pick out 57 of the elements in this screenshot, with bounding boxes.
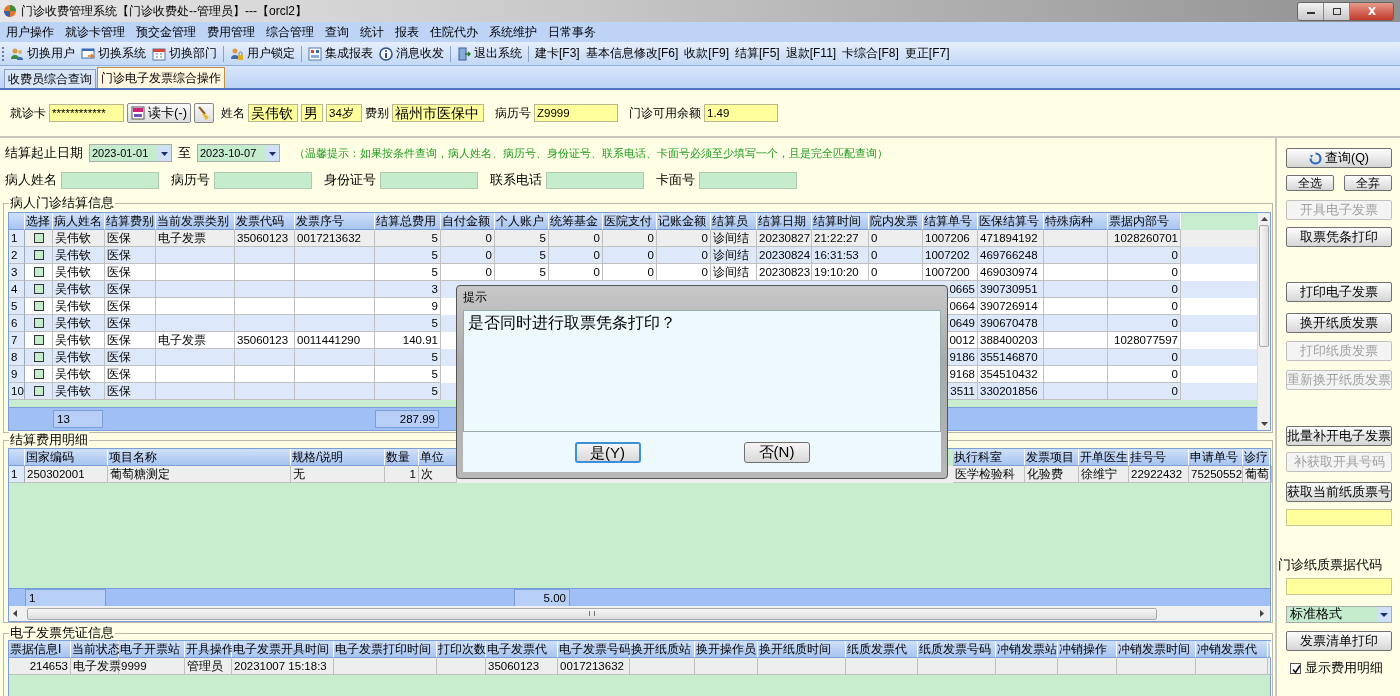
- total-amount: 287.99: [375, 410, 439, 428]
- row-number: 6: [9, 315, 25, 332]
- field-label: 姓名: [221, 104, 245, 122]
- table-cell: 管理员: [185, 658, 232, 675]
- row-count: 1: [25, 588, 106, 607]
- table-cell: 葡萄糖测定: [108, 466, 291, 483]
- field-label: 门诊纸质票据代码: [1278, 558, 1382, 572]
- field-label: 卡面号: [656, 171, 695, 189]
- table-cell: 35060123: [486, 658, 558, 675]
- table-cell: 吴伟钦: [53, 383, 105, 400]
- table-cell: 0017213632: [558, 658, 630, 675]
- group-title: 电子发票凭证信息: [9, 625, 115, 640]
- field-label: 病人姓名: [5, 171, 57, 189]
- group-title: 病人门诊结算信息: [9, 195, 115, 210]
- field-label: 费别: [365, 104, 389, 122]
- table-cell: 75250552: [1189, 466, 1243, 483]
- field-label: 联系电话: [490, 171, 542, 189]
- table-cell: 5: [375, 383, 441, 400]
- row-number: 8: [9, 349, 25, 366]
- row-number: 1: [9, 230, 25, 247]
- row-number: 9: [9, 366, 25, 383]
- row-number: 5: [9, 298, 25, 315]
- field-label: 身份证号: [324, 171, 376, 189]
- table-cell: 徐维宁: [1079, 466, 1129, 483]
- table-cell: 医保: [105, 383, 156, 400]
- table-cell: 无: [291, 466, 385, 483]
- group-title: 结算费用明细: [9, 432, 89, 447]
- table-cell: 葡萄: [1243, 466, 1272, 483]
- dialog-message: 是否同时进行取票凭条打印？: [468, 314, 676, 331]
- field-label: 门诊可用余额: [629, 104, 701, 122]
- table-cell: 20231007 15:18:3: [232, 658, 334, 675]
- row-number: 2: [9, 247, 25, 264]
- table-cell: 0: [1108, 383, 1181, 400]
- dialog-title: 提示: [463, 289, 487, 306]
- field-label: 至: [178, 144, 191, 162]
- field-label: 就诊卡: [10, 104, 46, 122]
- window-title: 门诊收费管理系统【门诊收费处--管理员】---【orcl2】: [21, 2, 307, 20]
- table-cell: 250302001: [25, 466, 108, 483]
- row-number: 4: [9, 281, 25, 298]
- row-number: 7: [9, 332, 25, 349]
- row-count: 13: [53, 410, 103, 428]
- row-number: 1: [9, 466, 25, 483]
- field-label: 病历号: [495, 104, 531, 122]
- row-number: 3: [9, 264, 25, 281]
- table-cell: 22922432: [1129, 466, 1189, 483]
- table-cell: 214653: [9, 658, 71, 675]
- field-label: 结算起止日期: [5, 144, 83, 162]
- table-cell: 医学检验科: [953, 466, 1025, 483]
- field-label: 病历号: [171, 171, 210, 189]
- table-cell: 1: [385, 466, 419, 483]
- hint-text: （温馨提示：如果按条件查询，病人姓名、病历号、身份证号、联系电话、卡面号必须至少填写一个，且是完全匹配查询）: [294, 145, 888, 161]
- total-amount: 5.00: [514, 588, 570, 607]
- table-cell: 化验费: [1025, 466, 1079, 483]
- row-number: 10: [9, 383, 25, 400]
- table-cell: 9999: [119, 658, 185, 675]
- table-cell: 330201856: [978, 383, 1044, 400]
- checkbox-label: 显示费用明细: [1305, 660, 1383, 677]
